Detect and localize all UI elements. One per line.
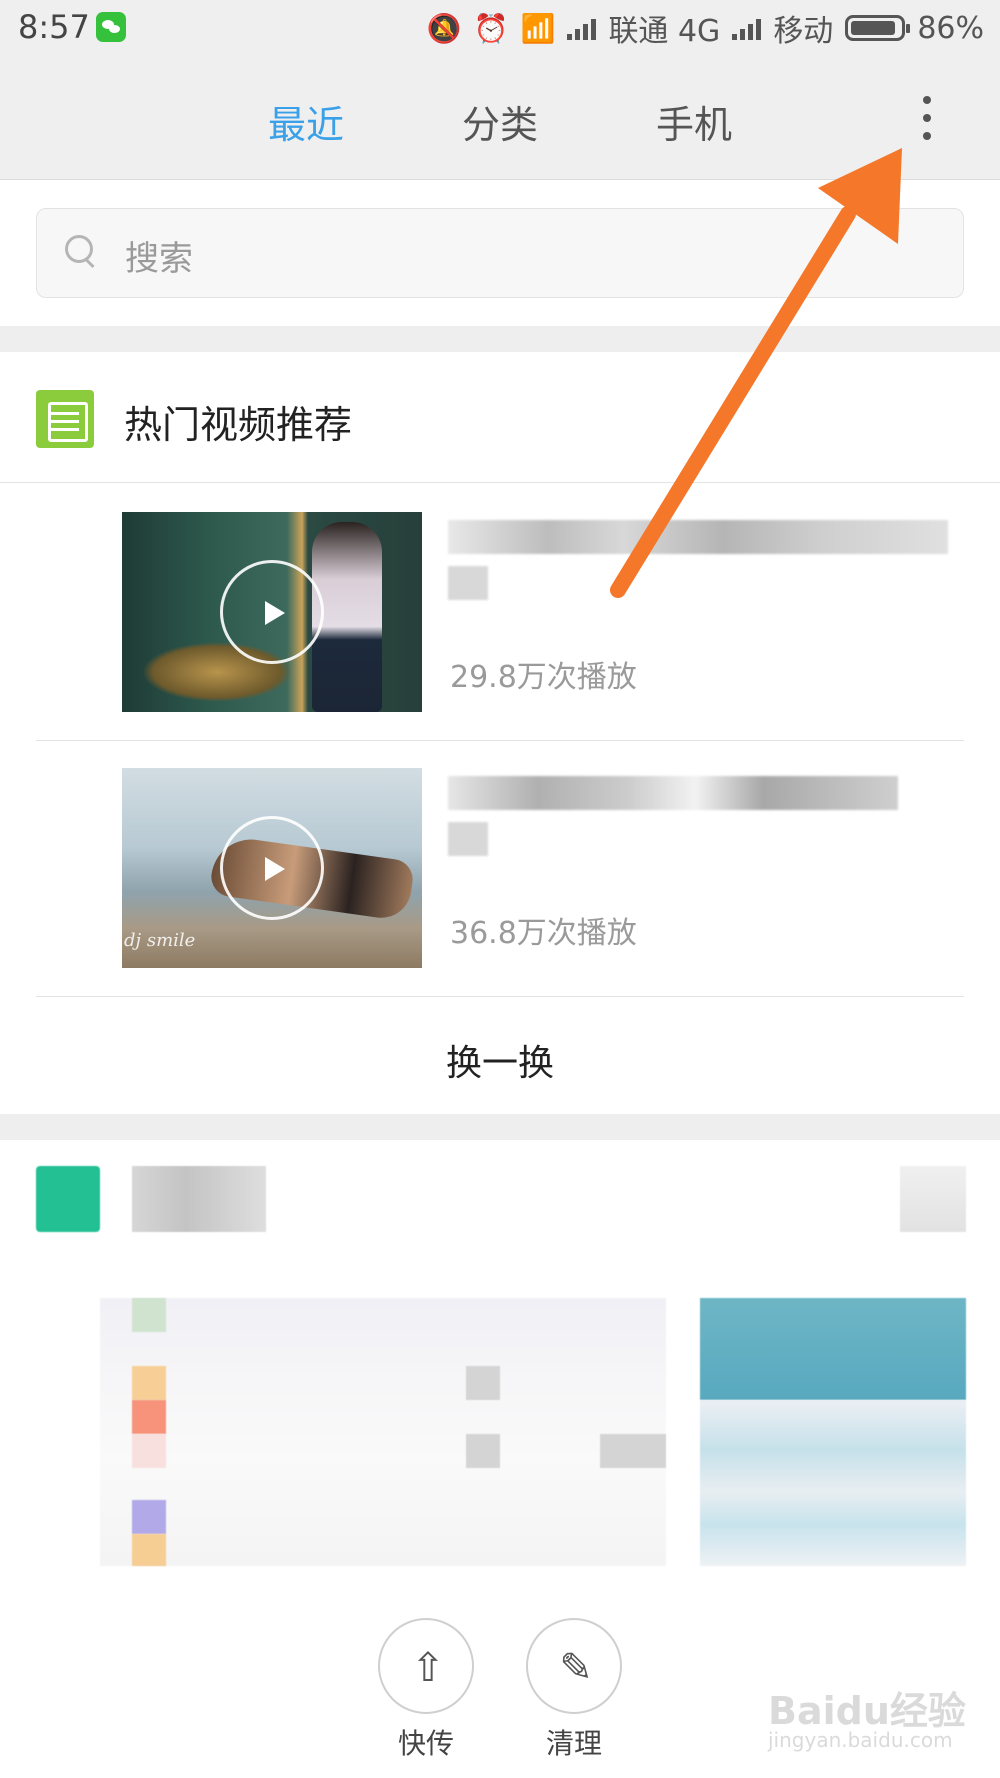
search-placeholder: 搜索 [125, 239, 193, 279]
play-icon[interactable] [220, 560, 324, 664]
divider [36, 996, 964, 997]
play-icon[interactable] [220, 816, 324, 920]
tab-category[interactable]: 分类 [462, 94, 538, 149]
wifi-icon: 📶 [520, 11, 556, 45]
section-title: 热门视频推荐 [124, 403, 353, 447]
video-title-1-redacted[interactable] [448, 500, 948, 600]
video-thumbnail-1[interactable] [122, 512, 422, 712]
watermark-url: jingyan.baidu.com [768, 1728, 953, 1752]
transfer-button[interactable]: ⇧ [378, 1618, 474, 1714]
video-title-2-redacted[interactable] [448, 756, 948, 856]
divider [0, 482, 1000, 483]
blurred-list-icon [132, 1534, 166, 1566]
tab-phone[interactable]: 手机 [656, 94, 732, 149]
carrier-1: 联通 4G [608, 14, 721, 49]
status-right: 🔕 ⏰ 📶 联通 4G 移动 86% [427, 6, 984, 50]
blurred-cell [466, 1434, 500, 1468]
silent-bell-icon: 🔕 [426, 11, 462, 45]
blurred-list-icon [132, 1500, 166, 1534]
status-bar: 8:57 🔕 ⏰ 📶 联通 4G 移动 86% [0, 0, 1000, 58]
status-time: 8:57 [18, 8, 90, 46]
blurred-cell [600, 1434, 666, 1468]
search-input[interactable]: 搜索 [36, 208, 964, 298]
blurred-cell [466, 1366, 500, 1400]
search-icon [65, 235, 95, 265]
thumbnail-caption: dj smile [124, 930, 196, 951]
refresh-button[interactable]: 换一换 [0, 1034, 1000, 1086]
signal-icon-2 [732, 16, 762, 40]
blurred-banner-body [700, 1400, 966, 1566]
tab-recent[interactable]: 最近 [268, 94, 344, 149]
transfer-label: 快传 [397, 1727, 454, 1760]
blurred-list-icon [132, 1366, 166, 1400]
more-options-icon[interactable] [914, 92, 938, 144]
blurred-banner [700, 1298, 966, 1400]
blurred-list-icon [132, 1434, 166, 1468]
section-divider [0, 1114, 1000, 1140]
clean-button[interactable]: ✎ [526, 1618, 622, 1714]
blurred-app-icon [36, 1166, 100, 1232]
signal-icon [567, 16, 597, 40]
divider [36, 740, 964, 741]
blurred-action [900, 1166, 966, 1232]
battery-icon [845, 15, 911, 41]
carrier-2: 移动 [773, 14, 834, 49]
watermark: Baidu经验 [768, 1689, 966, 1733]
document-icon [36, 390, 94, 448]
battery-level: 86% [917, 10, 984, 46]
wechat-icon [96, 12, 126, 42]
clean-label: 清理 [545, 1727, 602, 1760]
alarm-icon: ⏰ [473, 11, 509, 45]
blurred-list-icon [132, 1298, 166, 1332]
blurred-title [132, 1166, 266, 1232]
broom-icon: ✎ [559, 1645, 593, 1691]
video-thumbnail-2[interactable]: dj smile [122, 768, 422, 968]
blurred-list-icon [132, 1400, 166, 1434]
blurred-list [100, 1298, 666, 1566]
section-divider [0, 326, 1000, 352]
tab-bar: 最近 分类 手机 [0, 58, 1000, 180]
upload-icon: ⇧ [411, 1645, 445, 1691]
video-views-1: 29.8万次播放 [450, 660, 637, 695]
video-views-2: 36.8万次播放 [450, 916, 637, 951]
